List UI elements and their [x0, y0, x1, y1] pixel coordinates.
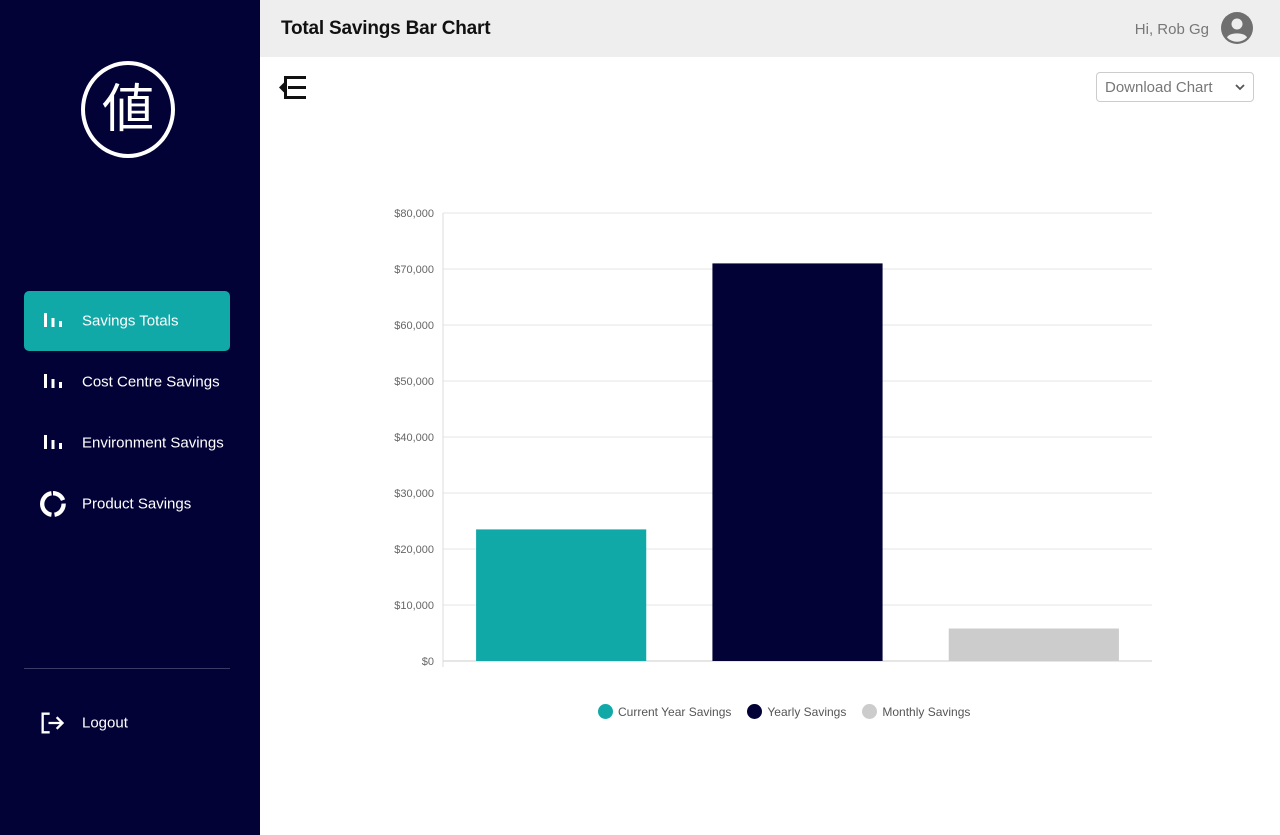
sidebar-item-cost-centre-savings[interactable]: Cost Centre Savings	[24, 352, 230, 412]
logout-label: Logout	[82, 714, 128, 732]
y-tick-label: $20,000	[394, 544, 434, 556]
legend-swatch	[862, 704, 878, 719]
chevron-down-icon	[1235, 84, 1245, 91]
sidebar-item-product-savings[interactable]: Product Savings	[24, 474, 230, 534]
legend-item-monthly: Monthly Savings	[862, 704, 970, 719]
logout-icon	[41, 712, 65, 734]
sidebar-divider	[24, 668, 230, 669]
y-tick-label: $60,000	[394, 320, 434, 332]
y-tick-label: $10,000	[394, 600, 434, 612]
bar-1	[476, 529, 647, 661]
savings-bar-chart: $0 $10,000 $20,000 $30,000 $40,000 $50,000 $60…	[394, 208, 1152, 668]
user-avatar-icon[interactable]	[1221, 12, 1253, 44]
download-chart-label: Download Chart	[1105, 78, 1213, 96]
sidebar-item-label: Product Savings	[82, 495, 192, 513]
sidebar-item-label: Savings Totals	[82, 312, 179, 330]
logo: 値	[81, 61, 175, 158]
header: Total Savings Bar Chart Hi, Rob Gg	[260, 0, 1280, 57]
logo-glyph: 値	[101, 79, 154, 140]
legend-label: Current Year Savings	[618, 704, 732, 719]
sidebar: 値 Savings Totals Cost Centre Savings Env…	[0, 0, 260, 835]
y-tick-label: $80,000	[394, 208, 434, 220]
y-tick-label: $40,000	[394, 432, 434, 444]
donut-chart-icon	[40, 491, 66, 517]
bar-3	[948, 628, 1119, 661]
legend-label: Yearly Savings	[767, 704, 847, 719]
download-chart-select[interactable]: Download Chart	[1096, 72, 1254, 102]
bar-2	[712, 263, 883, 661]
legend-swatch	[747, 704, 763, 719]
y-tick-label: $30,000	[394, 488, 434, 500]
user-greeting: Hi, Rob Gg	[1134, 21, 1209, 38]
legend-swatch	[598, 704, 613, 719]
y-tick-label: $50,000	[394, 376, 434, 388]
bar-chart-icon	[44, 435, 62, 449]
legend-label: Monthly Savings	[882, 704, 971, 719]
y-tick-label: $70,000	[394, 264, 434, 276]
y-tick-label: $0	[422, 656, 434, 668]
menu-collapse-icon[interactable]	[278, 73, 308, 103]
legend-item-current-year: Current Year Savings	[598, 704, 731, 719]
bar-chart-icon	[44, 374, 62, 388]
sidebar-item-savings-totals[interactable]: Savings Totals	[24, 291, 230, 351]
bar-chart-icon	[44, 313, 62, 327]
chart-legend: Current Year Savings Yearly Savings Mont…	[598, 704, 986, 719]
page-title: Total Savings Bar Chart	[281, 18, 491, 39]
sidebar-item-label: Environment Savings	[82, 434, 224, 452]
logout-button[interactable]: Logout	[24, 693, 230, 753]
sidebar-item-environment-savings[interactable]: Environment Savings	[24, 413, 230, 473]
legend-item-yearly: Yearly Savings	[747, 704, 846, 719]
sidebar-item-label: Cost Centre Savings	[82, 373, 220, 391]
